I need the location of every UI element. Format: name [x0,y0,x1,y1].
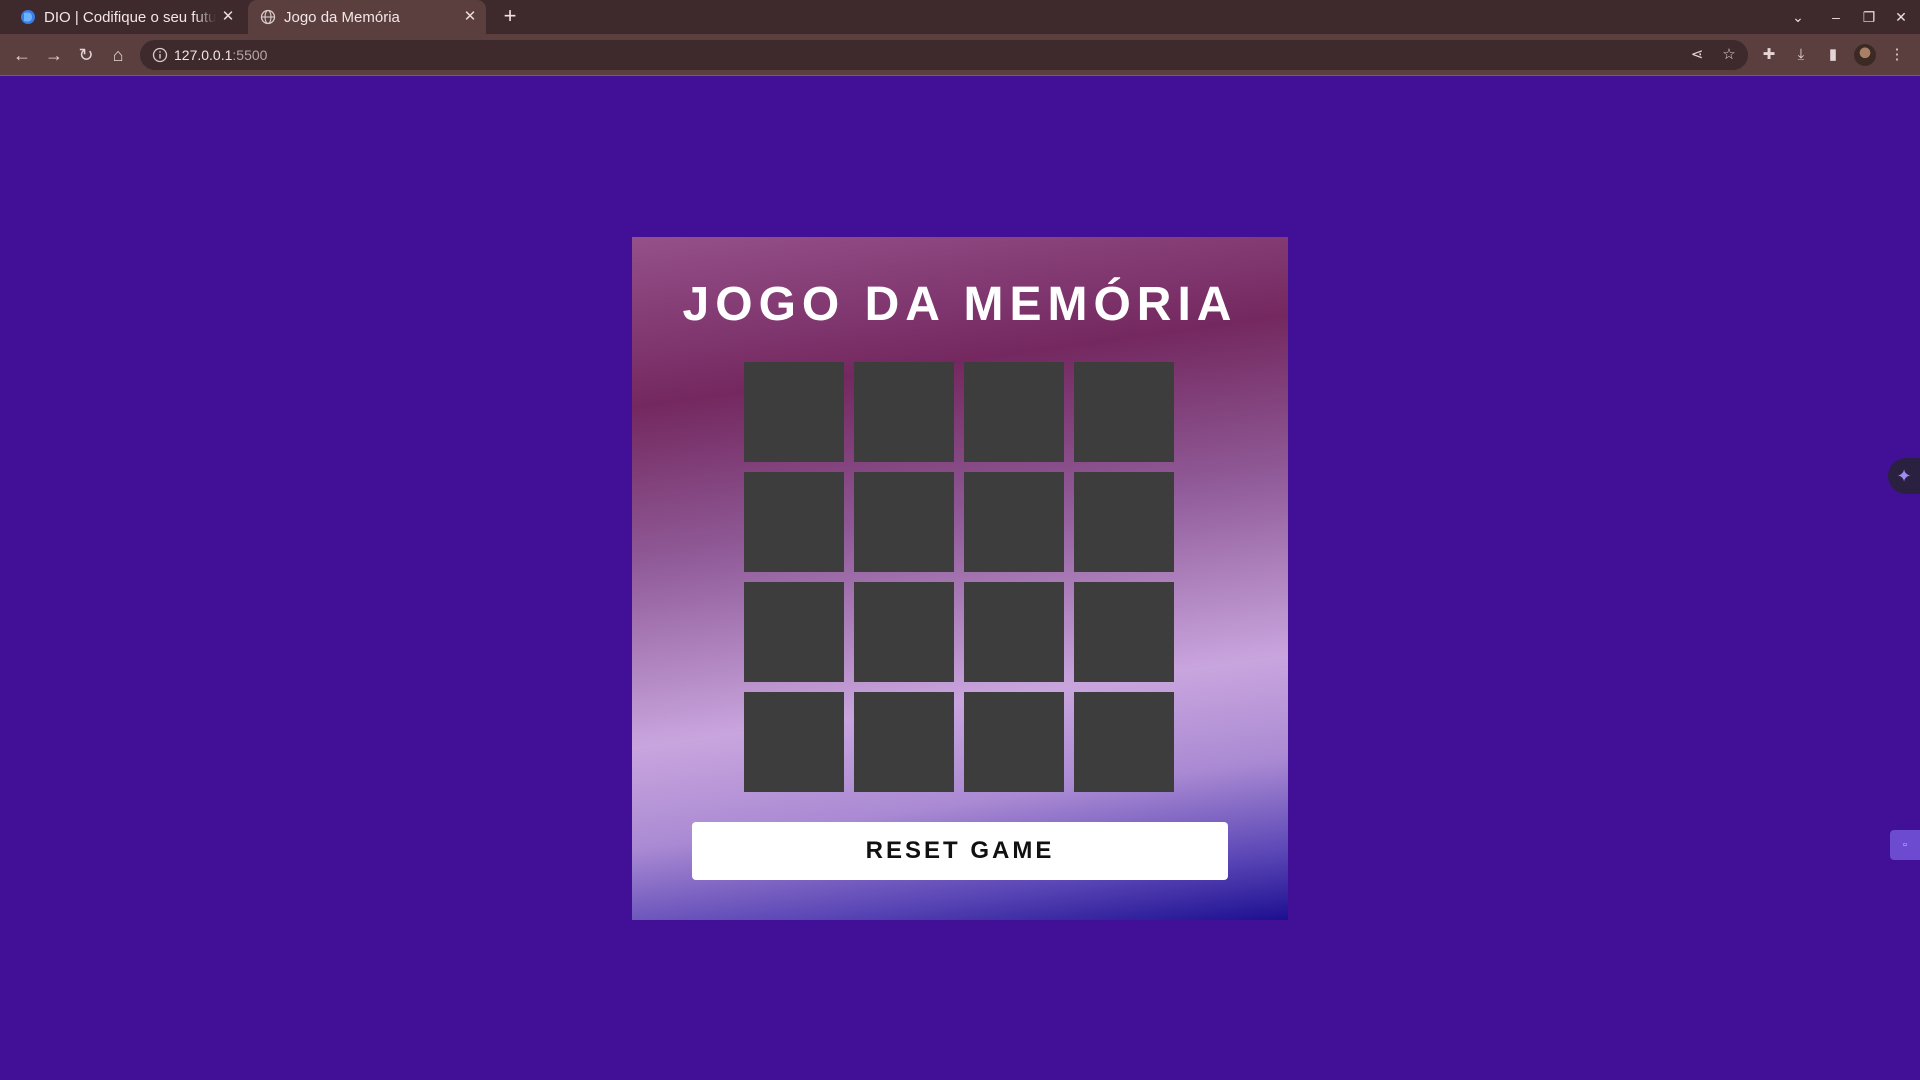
globe-icon [260,9,276,25]
memory-game-container: JOGO DA MEMÓRIA RESET GAME [632,237,1288,920]
memory-card[interactable] [744,362,844,462]
memory-card[interactable] [1074,582,1174,682]
side-panel-icon[interactable]: ▮ [1822,44,1844,66]
memory-card[interactable] [964,472,1064,572]
memory-card[interactable] [1074,692,1174,792]
close-icon[interactable]: ✕ [462,9,478,25]
sparkle-icon[interactable]: ✦ [1888,458,1920,494]
card-board [744,362,1176,794]
memory-card[interactable] [1074,362,1174,462]
memory-card[interactable] [744,692,844,792]
address-bar[interactable]: 127.0.0.1:5500 ⋖ ☆ [140,40,1748,70]
reload-icon[interactable]: ↻ [75,44,97,66]
profile-avatar[interactable] [1854,44,1876,66]
extension-widget-icon[interactable]: ▫ [1890,830,1920,860]
memory-card[interactable] [964,582,1064,682]
share-icon[interactable]: ⋖ [1688,46,1706,64]
tab-title: Jogo da Memória [284,8,400,26]
memory-card[interactable] [854,582,954,682]
tab-jogo-da-memoria[interactable]: Jogo da Memória ✕ [248,0,486,34]
memory-card[interactable] [744,472,844,572]
memory-card[interactable] [964,362,1064,462]
memory-card[interactable] [854,692,954,792]
tab-dio[interactable]: DIO | Codifique o seu futuro global agor… [8,0,244,34]
home-icon[interactable]: ⌂ [107,44,129,66]
bookmark-star-icon[interactable]: ☆ [1720,46,1738,64]
menu-kebab-icon[interactable]: ⋮ [1886,44,1908,66]
window-close-icon[interactable]: ✕ [1891,7,1911,27]
game-title: JOGO DA MEMÓRIA [682,278,1238,331]
extensions-puzzle-icon[interactable]: ✚ [1758,44,1780,66]
close-icon[interactable]: ✕ [220,9,236,25]
url-host: 127.0.0.1 [174,47,233,63]
memory-card[interactable] [854,472,954,572]
memory-card[interactable] [964,692,1064,792]
back-arrow-icon[interactable]: ← [11,44,33,66]
memory-card[interactable] [1074,472,1174,572]
url-port: :5500 [232,47,268,63]
tab-search-chevron-icon[interactable]: ⌄ [1788,7,1808,27]
forward-arrow-icon[interactable]: → [43,44,65,66]
reset-game-button[interactable]: RESET GAME [692,822,1228,880]
browser-titlebar: DIO | Codifique o seu futuro global agor… [0,0,1920,34]
restore-icon[interactable]: ❐ [1859,7,1879,27]
download-icon[interactable]: ⤓ [1790,44,1812,66]
plus-icon: + [503,3,517,28]
memory-card[interactable] [744,582,844,682]
url-text: 127.0.0.1:5500 [174,40,267,70]
tab-title: DIO | Codifique o seu futuro global agor… [44,8,216,26]
dio-favicon-icon [21,10,35,24]
new-tab-button[interactable]: + [498,5,522,29]
minimize-icon[interactable]: – [1826,7,1846,27]
toolbar-divider [0,75,1920,76]
memory-card[interactable] [854,362,954,462]
info-icon[interactable] [152,47,168,63]
